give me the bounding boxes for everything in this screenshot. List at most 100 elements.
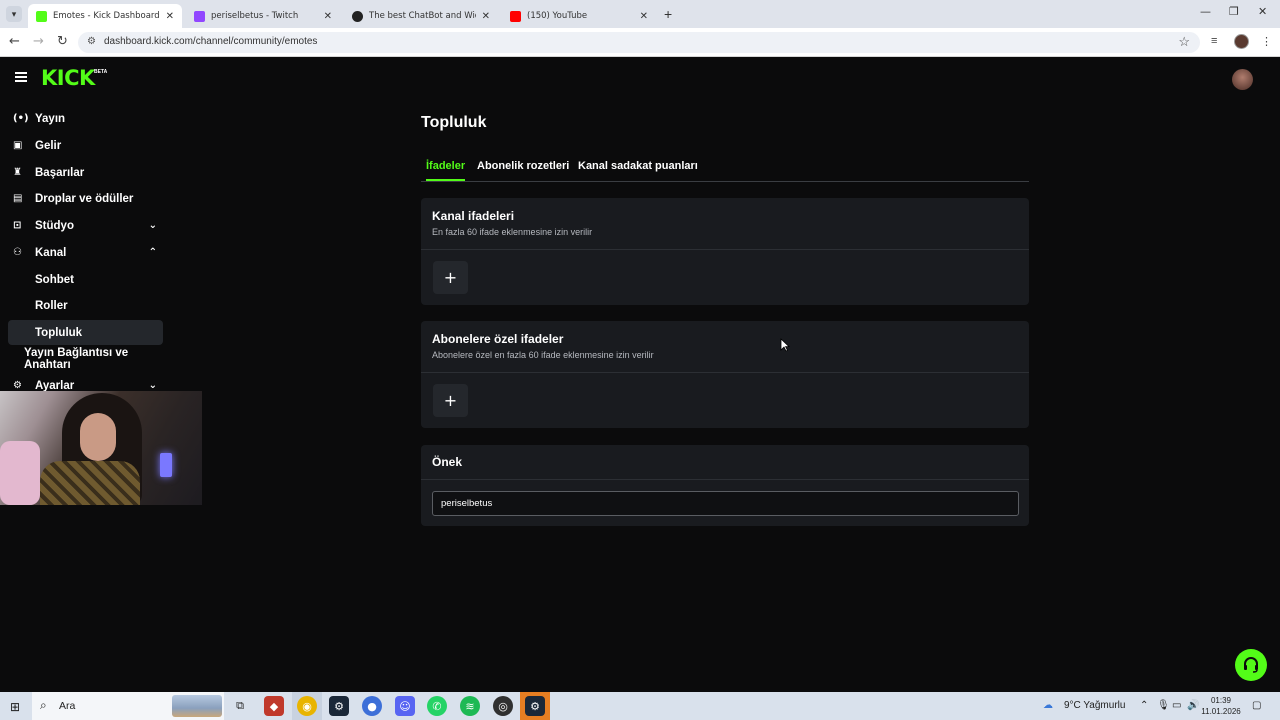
plus-icon: +	[443, 268, 458, 287]
task-view-icon[interactable]: ⧉	[230, 696, 250, 716]
microphone-icon[interactable]: 🎙	[1157, 700, 1170, 711]
notifications-icon[interactable]: ▢	[1252, 700, 1261, 711]
add-sub-emote-button[interactable]: +	[433, 384, 468, 417]
app-red-icon[interactable]: ◆	[264, 696, 284, 716]
address-toolbar: ← → ↻ ⚙ dashboard.kick.com/channel/commu…	[0, 28, 1280, 57]
whatsapp-icon[interactable]: ✆	[427, 696, 447, 716]
weather-icon: ☁	[1043, 700, 1053, 711]
sidebar-item-yayin[interactable]: (•) Yayın	[8, 106, 163, 131]
card-divider	[421, 249, 1029, 250]
prefix-input[interactable]: periselbetus	[432, 491, 1019, 516]
trophy-icon: ♜	[13, 167, 22, 178]
browser-tab-chatbot[interactable]: The best ChatBot and Widgets ✕	[344, 4, 498, 28]
close-tab-icon[interactable]: ✕	[324, 11, 332, 22]
chrome-icon[interactable]: ◉	[297, 696, 317, 716]
tab-title: The best ChatBot and Widgets	[369, 11, 476, 21]
page-title: Topluluk	[421, 114, 487, 131]
taskbar-search[interactable]: ⌕ Ara	[32, 692, 224, 720]
browser-tab-youtube[interactable]: (150) YouTube ✕	[502, 4, 656, 28]
weather-text[interactable]: 9°C Yağmurlu	[1064, 700, 1125, 711]
sidebar-item-label: Yayın	[35, 112, 66, 125]
channel-emotes-subtitle: En fazla 60 ifade eklenmesine izin veril…	[432, 227, 593, 237]
browser-tab-twitch[interactable]: periselbetus - Twitch ✕	[186, 4, 340, 28]
sidebar-item-basarilar[interactable]: ♜ Başarılar	[8, 160, 163, 185]
sidebar-item-kanal[interactable]: ⚇ Kanal ⌃	[8, 240, 163, 265]
browser-tab-strip: ▾ Emotes - Kick Dashboard ✕ periselbetus…	[0, 0, 1280, 28]
windows-start-icon[interactable]: ⊞	[10, 700, 20, 714]
sidebar-subitem-stream-key[interactable]: Yayın Bağlantısı ve Anahtarı	[8, 346, 163, 371]
clock-time: 01:39	[1210, 696, 1232, 705]
obs-icon[interactable]: ◎	[493, 696, 513, 716]
close-tab-icon[interactable]: ✕	[640, 11, 648, 22]
community-tabs: İfadeler Abonelik rozetleri Kanal sadaka…	[421, 158, 1029, 182]
app-blue-icon[interactable]: ●	[362, 696, 382, 716]
prefix-card: Önek periselbetus	[421, 445, 1029, 526]
restore-icon[interactable]: ❐	[1229, 5, 1239, 18]
tab-kanal-sadakat-puanlari[interactable]: Kanal sadakat puanları	[578, 160, 698, 179]
sidebar-item-studyo[interactable]: ⊡ Stüdyo ⌄	[8, 213, 163, 238]
add-channel-emote-button[interactable]: +	[433, 261, 468, 294]
sidebar-subitem-sohbet[interactable]: Sohbet	[8, 267, 163, 292]
tab-abonelik-rozetleri[interactable]: Abonelik rozetleri	[477, 160, 569, 179]
steam-active-icon[interactable]: ⚙	[525, 696, 545, 716]
media-controls-icon[interactable]: ≡	[1211, 35, 1217, 47]
url-bar[interactable]: ⚙ dashboard.kick.com/channel/community/e…	[78, 32, 1200, 53]
headset-icon	[1244, 657, 1258, 673]
tab-search-dropdown-icon[interactable]: ▾	[6, 6, 22, 22]
volume-icon[interactable]: 🔊	[1187, 700, 1199, 711]
user-avatar[interactable]	[1232, 69, 1253, 90]
channel-emotes-title: Kanal ifadeleri	[432, 209, 515, 223]
windows-taskbar: ⊞ ⌕ Ara ⧉ ◆ ◉ ⚙ ● ☺ ✆ ≋ ◎ ⚙ ☁ 9°C Yağmur…	[0, 692, 1280, 720]
kick-favicon-icon	[36, 10, 47, 22]
network-icon[interactable]: ▭	[1172, 700, 1181, 711]
chevron-down-icon[interactable]: ⌄	[149, 220, 157, 231]
url-text[interactable]: dashboard.kick.com/channel/community/emo…	[104, 36, 317, 47]
back-icon[interactable]: ←	[9, 34, 20, 49]
search-placeholder: Ara	[59, 700, 76, 712]
close-tab-icon[interactable]: ✕	[166, 11, 174, 22]
site-info-icon[interactable]: ⚙	[87, 36, 96, 47]
taskbar-clock[interactable]: 01:39 11.01.2026	[1201, 695, 1241, 717]
kick-logo[interactable]: KICK	[41, 66, 95, 90]
card-divider	[421, 479, 1029, 480]
forward-icon[interactable]: →	[33, 34, 44, 49]
webcam-lamp	[160, 453, 172, 477]
sub-emotes-card: Abonelere özel ifadeler Abonelere özel e…	[421, 321, 1029, 428]
sidebar-item-label: Gelir	[35, 139, 62, 152]
channel-icon: ⚇	[13, 247, 22, 258]
reload-icon[interactable]: ↻	[57, 34, 68, 49]
sidebar-subitem-roller[interactable]: Roller	[8, 293, 163, 318]
browser-menu-icon[interactable]: ⋮	[1261, 35, 1272, 48]
browser-profile-avatar[interactable]	[1234, 34, 1249, 49]
broadcast-icon: (•)	[13, 113, 29, 124]
bookmark-star-icon[interactable]: ☆	[1178, 34, 1190, 50]
chevron-up-icon[interactable]: ⌃	[149, 247, 157, 258]
clock-date: 11.01.2026	[1201, 707, 1241, 716]
revenue-icon: ▣	[13, 140, 23, 151]
webcam-person-face	[80, 413, 116, 461]
studio-icon: ⊡	[13, 220, 22, 231]
tab-ifadeler[interactable]: İfadeler	[426, 160, 466, 181]
new-tab-icon[interactable]: +	[664, 6, 672, 22]
tray-chevron-up-icon[interactable]: ⌃	[1140, 700, 1148, 711]
channel-emotes-card: Kanal ifadeleri En fazla 60 ifade eklenm…	[421, 198, 1029, 305]
spotify-icon[interactable]: ≋	[460, 696, 480, 716]
sidebar-item-gelir[interactable]: ▣ Gelir	[8, 133, 163, 158]
hamburger-menu-icon[interactable]	[15, 72, 27, 82]
chevron-down-icon[interactable]: ⌄	[149, 380, 157, 391]
twitch-favicon-icon	[194, 10, 205, 22]
help-chat-button[interactable]	[1235, 649, 1267, 681]
minimize-icon[interactable]: —	[1200, 5, 1211, 18]
webcam-chair	[0, 441, 40, 505]
sidebar-item-droplar[interactable]: ▤ Droplar ve ödüller	[8, 186, 163, 211]
discord-icon[interactable]: ☺	[395, 696, 415, 716]
close-tab-icon[interactable]: ✕	[482, 11, 490, 22]
browser-tab-kick[interactable]: Emotes - Kick Dashboard ✕	[28, 4, 182, 28]
search-highlight-image	[172, 695, 222, 717]
webcam-person-shirt	[40, 461, 140, 505]
window-close-icon[interactable]: ✕	[1258, 5, 1267, 18]
sidebar-subitem-topluluk[interactable]: Topluluk	[8, 320, 163, 345]
steam-icon[interactable]: ⚙	[329, 696, 349, 716]
sub-emotes-subtitle: Abonelere özel en fazla 60 ifade eklenme…	[432, 350, 654, 360]
webcam-overlay	[0, 391, 202, 505]
